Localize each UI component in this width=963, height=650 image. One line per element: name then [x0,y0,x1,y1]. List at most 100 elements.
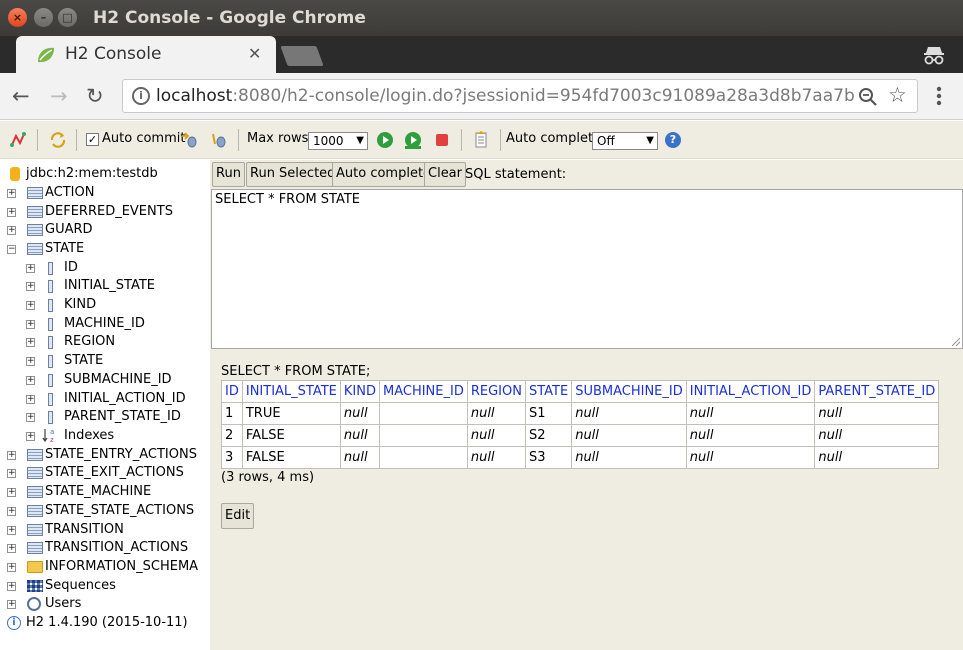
window-minimize-button[interactable]: – [34,8,53,27]
help-icon[interactable]: ? [665,132,681,148]
sql-statement-label: SQL statement: [465,167,567,182]
table-cell: null [685,446,816,469]
table-cell: null [814,446,940,469]
new-tab-button[interactable] [280,46,324,66]
run-button[interactable]: Run [212,162,245,187]
table-cell: null [339,446,380,469]
zoom-out-icon[interactable] [858,87,878,107]
auto-commit-label: Auto commit [102,131,186,146]
expand-icon[interactable]: + [7,600,16,609]
expand-icon[interactable]: + [26,301,35,310]
table-cell: null [571,424,687,447]
disconnect-icon[interactable] [9,131,27,149]
table-cell: null [571,402,687,425]
auto-complete-select[interactable]: Off ▼ [592,132,658,150]
expand-icon[interactable]: + [7,507,16,516]
sql-editor[interactable]: SELECT * FROM STATE [211,189,963,349]
auto-complete-button[interactable]: Auto complete [332,162,436,187]
auto-commit-checkbox[interactable]: ✓ [86,133,99,146]
collapse-icon[interactable]: − [7,245,16,254]
column-header[interactable]: INITIAL_ACTION_ID [685,380,816,403]
commit-icon[interactable] [210,131,228,149]
expand-icon[interactable]: + [7,208,16,217]
refresh-icon[interactable] [49,131,67,149]
spring-leaf-icon [38,47,54,63]
run-selected-icon[interactable] [404,131,422,149]
sequences-icon [27,580,43,592]
expand-icon[interactable]: + [7,526,16,535]
window-titlebar: × – □ H2 Console - Google Chrome [0,0,963,36]
table-icon [27,206,43,218]
expand-icon[interactable]: + [26,320,35,329]
expand-icon[interactable]: + [7,469,16,478]
expand-icon[interactable]: + [7,582,16,591]
column-header[interactable]: ID [221,380,243,403]
table-cell [378,446,468,469]
column-header[interactable]: INITIAL_STATE [241,380,341,403]
index-sort-icon: a z [42,428,54,443]
reload-icon[interactable]: ↻ [86,84,104,108]
back-arrow-icon[interactable]: ← [12,84,30,108]
table-icon [27,467,43,479]
forward-arrow-icon[interactable]: → [50,84,68,108]
expand-icon[interactable]: + [7,563,16,572]
expand-icon[interactable]: + [26,395,35,404]
result-table: ID INITIAL_STATE KIND MACHINE_ID REGION … [221,380,940,469]
expand-icon[interactable]: + [26,376,35,385]
table-cell: FALSE [241,446,341,469]
column-icon [48,374,53,387]
column-header[interactable]: STATE [524,380,573,403]
max-rows-select[interactable]: 1000 ▼ [308,132,368,150]
site-info-icon[interactable]: i [132,87,150,105]
table-cell: S1 [524,402,573,425]
window-maximize-button[interactable]: □ [58,8,77,27]
table-row: 1 TRUE null null S1 null null null [221,402,940,425]
expand-icon[interactable]: + [26,357,35,366]
table-row: 2 FALSE null null S2 null null null [221,424,940,447]
column-header[interactable]: KIND [339,380,380,403]
expand-icon[interactable]: + [7,488,16,497]
table-cell: null [339,402,380,425]
expand-icon[interactable]: + [7,226,16,235]
run-icon[interactable] [376,131,394,149]
column-header[interactable]: REGION [466,380,526,403]
rollback-icon[interactable] [180,131,198,149]
bookmark-star-icon[interactable]: ☆ [888,83,907,107]
history-icon[interactable] [472,131,490,149]
table-cell: null [685,424,816,447]
resize-grip-icon[interactable] [952,338,960,346]
tab-title: H2 Console [65,44,162,64]
sql-text[interactable]: SELECT * FROM STATE [215,192,360,207]
browser-tab[interactable]: H2 Console ✕ [16,36,276,73]
column-header[interactable]: MACHINE_ID [378,380,468,403]
table-cell: 2 [221,424,243,447]
address-bar[interactable]: i localhost:8080/h2-console/login.do?jse… [122,79,918,113]
expand-icon[interactable]: + [26,264,35,273]
tab-close-icon[interactable]: ✕ [248,44,261,63]
url-text[interactable]: localhost:8080/h2-console/login.do?jsess… [156,86,856,106]
table-cell: null [814,402,940,425]
query-pane: Run Run Selected Auto complete Clear SQL… [210,160,963,650]
table-cell: TRUE [241,402,341,425]
run-selected-button[interactable]: Run Selected [246,162,340,187]
expand-icon[interactable]: + [7,189,16,198]
stop-icon[interactable] [433,131,451,149]
column-header[interactable]: SUBMACHINE_ID [571,380,687,403]
browser-toolbar: ← → ↻ i localhost:8080/h2-console/login.… [0,73,963,120]
table-icon [27,486,43,498]
table-icon [27,542,43,554]
chrome-menu-icon[interactable] [930,83,948,109]
schema-tree: jdbc:h2:mem:testdb + ACTION + DEFERRED_E… [0,160,210,650]
edit-button[interactable]: Edit [221,503,255,529]
window-close-button[interactable]: × [8,8,27,27]
column-header[interactable]: PARENT_STATE_ID [814,380,940,403]
toolbar-separator [238,129,239,151]
expand-icon[interactable]: + [26,432,35,441]
expand-icon[interactable]: + [7,544,16,553]
expand-icon[interactable]: + [26,413,35,422]
table-icon [27,505,43,517]
expand-icon[interactable]: + [26,282,35,291]
expand-icon[interactable]: + [26,338,35,347]
clear-button[interactable]: Clear [424,162,466,187]
expand-icon[interactable]: + [7,451,16,460]
